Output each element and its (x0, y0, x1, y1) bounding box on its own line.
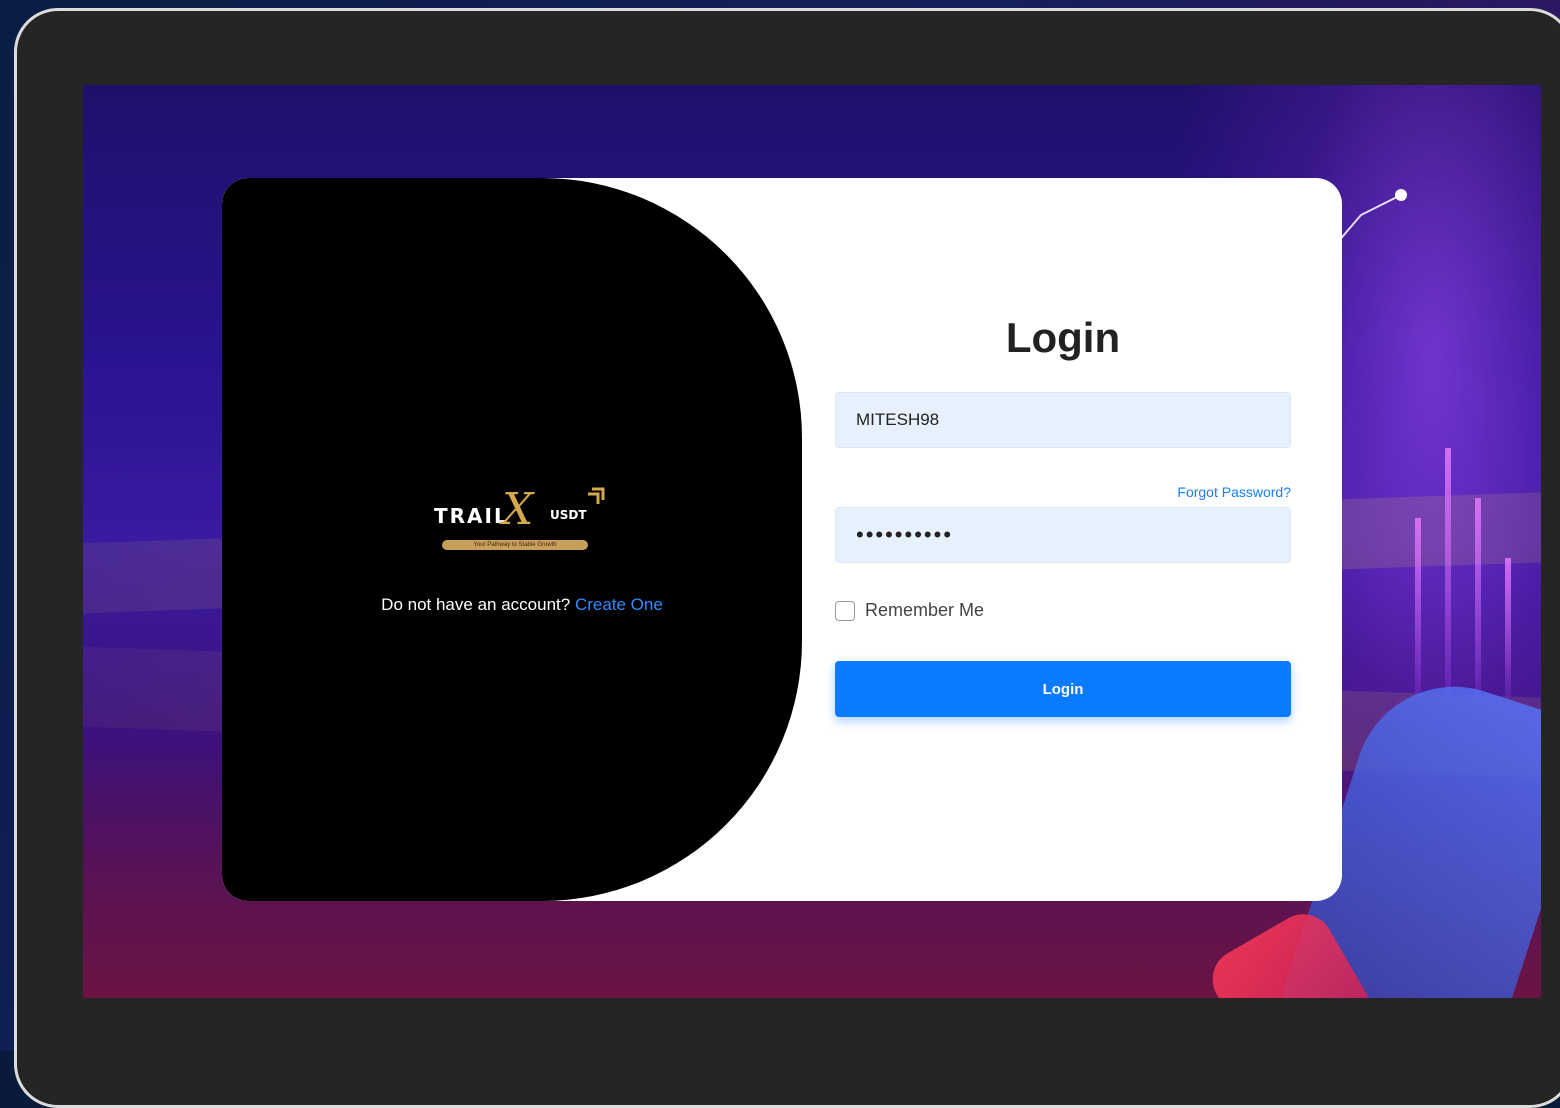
forgot-password-link[interactable]: Forgot Password? (1177, 484, 1291, 500)
username-input[interactable] (835, 392, 1291, 448)
page-title: Login (1005, 314, 1121, 361)
arrow-up-right-icon (588, 487, 605, 504)
remember-me-label: Remember Me (865, 600, 985, 620)
create-account-link[interactable]: Create One (575, 595, 663, 614)
brand-usdt: USDT (550, 508, 587, 522)
login-button[interactable]: Login (835, 661, 1291, 717)
signup-prompt: Do not have an account? Create One (222, 595, 822, 615)
signup-prompt-text: Do not have an account? (381, 595, 571, 614)
remember-me-checkbox[interactable] (835, 600, 855, 621)
brand-logo: TRAIL X USDT Your Pathway to Stable Grow… (434, 484, 605, 556)
brand-name: TRAIL (434, 504, 509, 528)
password-input[interactable] (835, 507, 1291, 563)
brand-tagline: Your Pathway to Stable Growth (442, 540, 588, 550)
remember-me: Remember Me (835, 600, 984, 621)
brand-panel: TRAIL X USDT Your Pathway to Stable Grow… (222, 178, 802, 901)
brand-x-mark: X (502, 484, 534, 535)
login-card: TRAIL X USDT Your Pathway to Stable Grow… (222, 178, 1342, 901)
